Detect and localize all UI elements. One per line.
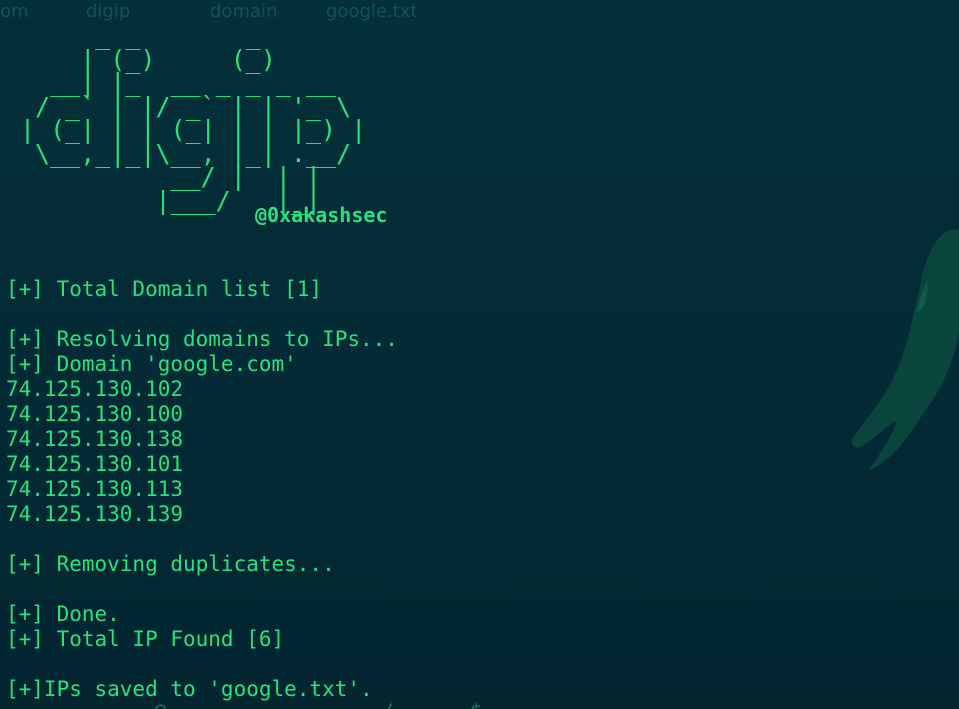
command-output: [+] Total Domain list [1] [+] Resolving d… [6,277,398,702]
output-line: [+] Total Domain list [1] [6,277,323,301]
output-line: [+] Removing duplicates... [6,552,335,576]
terminal-window[interactable]: om digip domain google.txt _ _ _ | (_) (… [0,0,959,709]
output-line: [+]IPs saved to 'google.txt'. [6,677,373,701]
residue-text: domain [210,1,278,22]
output-line: 74.125.130.101 [6,452,184,476]
dragon-watermark-icon [851,229,959,470]
residue-text: digip [86,1,131,22]
output-line: [+] Resolving domains to IPs... [6,327,398,351]
ascii-banner-logo: _ _ _ | (_) (_) __| |_ __ _ _ _ __ / _` … [20,21,367,215]
output-line: [+] Total IP Found [6] [6,627,285,651]
output-line: 74.125.130.113 [6,477,184,501]
output-line: 74.125.130.102 [6,377,184,401]
author-handle: @0xakashsec [255,203,388,227]
output-line: [+] Done. [6,602,120,626]
residue-text: om [0,1,29,22]
output-line: [+] Domain 'google.com' [6,352,297,376]
prompt-text: ___ @ _ _ _ _/ ___$ [2,700,508,709]
output-line: 74.125.130.138 [6,427,184,451]
output-line: 74.125.130.139 [6,502,184,526]
shell-prompt-residue: ___ @ _ _ _ _/ ___$ [0,700,959,709]
output-line: 74.125.130.100 [6,402,184,426]
residue-text: google.txt [326,1,418,22]
